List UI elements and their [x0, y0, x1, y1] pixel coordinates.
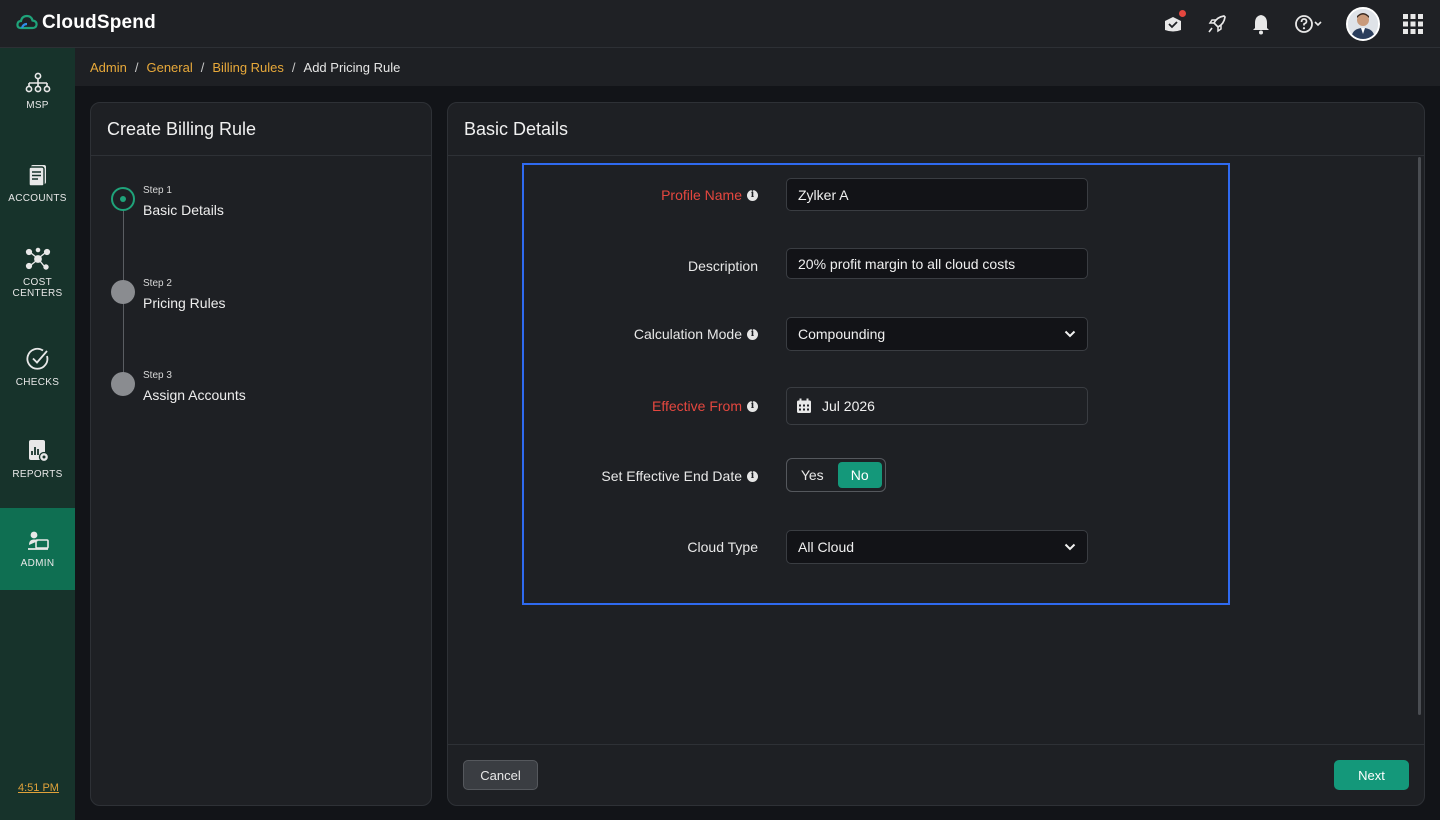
step-title: Pricing Rules: [143, 295, 226, 311]
cancel-button[interactable]: Cancel: [463, 760, 538, 790]
step-pricing-rules[interactable]: Step 2 Pricing Rules: [111, 278, 225, 311]
step-basic-details[interactable]: Step 1 Basic Details: [111, 185, 224, 218]
nav-item-accounts[interactable]: ACCOUNTS: [0, 142, 75, 224]
app-name: CloudSpend: [42, 12, 156, 33]
nav-label-cost-centers: COST CENTERS: [12, 277, 63, 299]
description-label-text: Description: [687, 258, 758, 274]
breadcrumb-separator: /: [291, 59, 296, 75]
breadcrumb: Admin / General / Billing Rules / Add Pr…: [75, 48, 1440, 86]
chevron-down-icon: [1064, 543, 1076, 551]
rocket-icon[interactable]: [1206, 13, 1228, 35]
profile-name-label: Profile Name i: [661, 187, 758, 203]
nav-label-reports: REPORTS: [12, 468, 63, 480]
effective-from-datepicker[interactable]: Jul 2026: [786, 387, 1088, 425]
nav-label-admin: ADMIN: [20, 557, 55, 569]
step-number: Step 3: [143, 370, 172, 381]
reports-icon: [28, 439, 49, 462]
step-indicator: [111, 372, 135, 396]
toggle-no[interactable]: No: [837, 462, 882, 488]
cost-centers-icon: [25, 247, 50, 270]
checks-icon: [26, 347, 48, 370]
basic-details-form: Profile Name i Description Calculation M…: [522, 163, 1230, 605]
info-icon[interactable]: i: [747, 328, 758, 340]
notification-dot: [1179, 10, 1186, 17]
app-logo[interactable]: CloudSpend: [16, 12, 156, 34]
effective-end-date-label: Set Effective End Date i: [601, 468, 758, 484]
cloudspend-logo-icon: [16, 14, 38, 30]
info-icon[interactable]: i: [747, 400, 758, 412]
whats-new-icon[interactable]: [1162, 10, 1186, 35]
nav-item-msp[interactable]: MSP: [0, 50, 75, 132]
info-icon[interactable]: i: [747, 470, 758, 482]
toggle-yes[interactable]: Yes: [790, 462, 835, 488]
top-bar: CloudSpend: [0, 0, 1440, 48]
step-indicator-current: [111, 187, 135, 211]
scrollbar[interactable]: [1418, 157, 1421, 715]
breadcrumb-separator: /: [134, 59, 139, 75]
cloud-type-select[interactable]: All Cloud: [786, 530, 1088, 564]
bell-icon[interactable]: [1250, 13, 1272, 35]
info-icon[interactable]: i: [747, 189, 758, 201]
breadcrumb-current: Add Pricing Rule: [303, 59, 401, 75]
cloud-type-label: Cloud Type: [687, 539, 758, 555]
calendar-icon: [797, 398, 811, 413]
org-chart-icon: [25, 72, 50, 92]
nav-label-checks: CHECKS: [15, 376, 60, 388]
description-label: Description: [688, 258, 758, 274]
profile-name-label-text: Profile Name: [661, 187, 742, 203]
step-indicator: [111, 280, 135, 304]
breadcrumb-billing-rules[interactable]: Billing Rules: [212, 60, 284, 75]
profile-name-input[interactable]: [786, 178, 1088, 211]
chevron-down-icon: [1064, 330, 1076, 338]
steps-panel: Create Billing Rule Step 1 Basic Details…: [90, 102, 432, 806]
effective-end-date-label-text: Set Effective End Date: [601, 468, 742, 484]
breadcrumb-separator: /: [200, 59, 205, 75]
apps-grid-icon[interactable]: [1402, 13, 1424, 35]
effective-end-date-toggle: Yes No: [786, 458, 886, 492]
step-number: Step 1: [143, 185, 172, 196]
help-icon[interactable]: [1294, 13, 1324, 35]
avatar[interactable]: [1346, 7, 1380, 41]
basic-details-title: Basic Details: [464, 119, 569, 139]
nav-label-accounts: ACCOUNTS: [8, 192, 67, 204]
accounts-icon: [27, 164, 46, 187]
basic-details-panel: Basic Details Profile Name i Description…: [447, 102, 1425, 806]
breadcrumb-general[interactable]: General: [146, 60, 192, 75]
admin-icon: [27, 531, 49, 550]
step-number: Step 2: [143, 278, 172, 289]
effective-from-value: Jul 2026: [822, 398, 875, 414]
nav-item-checks[interactable]: CHECKS: [0, 326, 75, 408]
cloud-type-label-text: Cloud Type: [687, 539, 758, 555]
step-title: Basic Details: [143, 202, 224, 218]
steps-panel-title: Create Billing Rule: [107, 119, 257, 139]
effective-from-label: Effective From i: [652, 398, 758, 414]
nav-item-cost-centers[interactable]: COST CENTERS: [0, 232, 75, 314]
nav-item-admin[interactable]: ADMIN: [0, 508, 75, 590]
nav-item-reports[interactable]: REPORTS: [0, 418, 75, 500]
calculation-mode-label: Calculation Mode i: [634, 326, 758, 342]
clock-time[interactable]: 4:51 PM: [18, 782, 59, 794]
calculation-mode-select[interactable]: Compounding: [786, 317, 1088, 351]
description-input[interactable]: [786, 248, 1088, 279]
effective-from-label-text: Effective From: [652, 398, 742, 414]
calculation-mode-value: Compounding: [798, 326, 886, 342]
next-button[interactable]: Next: [1334, 760, 1409, 790]
step-assign-accounts[interactable]: Step 3 Assign Accounts: [111, 370, 246, 403]
calculation-mode-label-text: Calculation Mode: [633, 326, 742, 342]
side-nav: MSP ACCOUNTS COST CENTERS CHECKS REPORTS …: [0, 48, 75, 820]
nav-label-msp: MSP: [26, 99, 49, 111]
divider: [91, 155, 431, 156]
cloud-type-value: All Cloud: [798, 539, 855, 555]
footer-divider: [448, 744, 1424, 745]
divider: [448, 155, 1424, 156]
step-title: Assign Accounts: [143, 387, 246, 403]
breadcrumb-admin[interactable]: Admin: [90, 60, 127, 75]
